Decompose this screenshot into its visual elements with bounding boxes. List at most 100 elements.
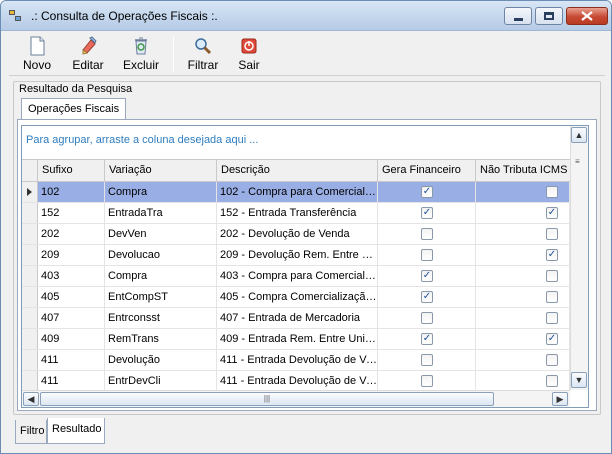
cell-variacao[interactable]: EntCompST [105,287,217,307]
scroll-right-button[interactable]: ▶ [552,392,568,406]
header-gera-financeiro[interactable]: Gera Financeiro [378,160,476,181]
cell-descricao[interactable]: 403 - Compra para Comercialização [217,266,378,286]
header-sufixo[interactable]: Sufixo [38,160,105,181]
row-selector[interactable] [22,203,38,223]
grid-header: Sufixo Variação Descrição Gera Financeir… [22,159,570,182]
table-row[interactable]: 152 EntradaTra 152 - Entrada Transferência… [22,203,570,224]
nao-tributa-icms-checkbox[interactable] [546,291,558,303]
nao-tributa-icms-checkbox[interactable]: ✓ [546,249,558,261]
tab-resultado[interactable]: Resultado [47,418,105,444]
cell-sufixo[interactable]: 411 [38,350,105,370]
title-bar[interactable]: .: Consulta de Operações Fiscais :. [1,1,611,31]
gera-financeiro-checkbox[interactable]: ✓ [421,186,433,198]
cell-descricao[interactable]: 405 - Compra Comercialização ST [217,287,378,307]
scroll-grip-icon: ||| [263,394,271,403]
table-row[interactable]: 407 Entrconsst 407 - Entrada de Mercadoria [22,308,570,329]
header-variacao[interactable]: Variação [105,160,217,181]
nao-tributa-icms-checkbox[interactable] [546,375,558,387]
gera-financeiro-checkbox[interactable]: ✓ [421,207,433,219]
table-row[interactable]: 411 EntrDevCli 411 - Entrada Devolução de … [22,371,570,392]
chevron-down-icon: ▼ [574,375,584,385]
minimize-button[interactable] [504,7,532,25]
cell-variacao[interactable]: Compra [105,182,217,202]
table-row[interactable]: 411 Devolução 411 - Entrada Devolução de V… [22,350,570,371]
table-row[interactable]: 209 Devolucao 209 - Devolução Rem. Entre U… [22,245,570,266]
tab-operacoes-fiscais[interactable]: Operações Fiscais [21,98,127,120]
cell-variacao[interactable]: Devolucao [105,245,217,265]
sair-button[interactable]: Sair [231,32,267,76]
nao-tributa-icms-checkbox[interactable] [546,354,558,366]
table-row[interactable]: 405 EntCompST 405 - Compra Comercialização… [22,287,570,308]
cell-descricao[interactable]: 209 - Devolução Rem. Entre Unidades [217,245,378,265]
cell-variacao[interactable]: EntradaTra [105,203,217,223]
gera-financeiro-checkbox[interactable]: ✓ [421,333,433,345]
scroll-thumb-grip-icon[interactable]: ≡ [575,158,583,168]
cell-sufixo[interactable]: 411 [38,371,105,391]
gera-financeiro-checkbox[interactable]: ✓ [421,291,433,303]
cell-sufixo[interactable]: 407 [38,308,105,328]
cell-descricao[interactable]: 407 - Entrada de Mercadoria [217,308,378,328]
cell-variacao[interactable]: RemTrans [105,329,217,349]
cell-sufixo[interactable]: 209 [38,245,105,265]
row-selector[interactable] [22,266,38,286]
cell-variacao[interactable]: DevVen [105,224,217,244]
table-row[interactable]: 202 DevVen 202 - Devolução de Venda [22,224,570,245]
cell-sufixo[interactable]: 202 [38,224,105,244]
cell-descricao[interactable]: 409 - Entrada Rem. Entre Unidades [217,329,378,349]
nao-tributa-icms-checkbox[interactable] [546,228,558,240]
cell-descricao[interactable]: 102 - Compra para Comercialização [217,182,378,202]
cell-variacao[interactable]: Compra [105,266,217,286]
header-descricao[interactable]: Descrição [217,160,378,181]
nao-tributa-icms-checkbox[interactable]: ✓ [546,207,558,219]
header-nao-tributa-icms[interactable]: Não Tributa ICMS [476,160,570,181]
table-row[interactable]: 102Compra102 - Compra para Comercializaç… [22,182,570,203]
cell-variacao[interactable]: EntrDevCli [105,371,217,391]
row-selector[interactable] [22,308,38,328]
cell-sufixo[interactable]: 409 [38,329,105,349]
excluir-button[interactable]: Excluir [117,32,165,76]
maximize-button[interactable] [535,7,563,25]
filtrar-button[interactable]: Filtrar [181,32,225,76]
row-selector[interactable] [22,287,38,307]
cell-variacao[interactable]: Entrconsst [105,308,217,328]
row-selector[interactable] [22,329,38,349]
close-button[interactable] [566,7,608,25]
cell-sufixo[interactable]: 405 [38,287,105,307]
table-row[interactable]: 403Compra403 - Compra para Comercializaç… [22,266,570,287]
cell-descricao[interactable]: 152 - Entrada Transferência [217,203,378,223]
horizontal-scrollbar[interactable]: ◀ ||| ▶ [22,390,570,407]
row-selector[interactable] [22,245,38,265]
gera-financeiro-checkbox[interactable]: ✓ [421,270,433,282]
vertical-scrollbar[interactable]: ▲ ≡ ▼ [570,126,588,390]
row-selector[interactable] [22,371,38,391]
gera-financeiro-checkbox[interactable] [421,249,433,261]
nao-tributa-icms-checkbox[interactable] [546,270,558,282]
tab-filtro[interactable]: Filtro [15,420,47,444]
gera-financeiro-checkbox[interactable] [421,312,433,324]
row-selector[interactable] [22,224,38,244]
nao-tributa-icms-checkbox[interactable]: ✓ [546,333,558,345]
group-panel-hint[interactable]: Para agrupar, arraste a coluna desejada … [26,134,258,146]
row-selector[interactable] [22,182,38,202]
scroll-up-button[interactable]: ▲ [571,127,587,143]
operations-grid: Para agrupar, arraste a coluna desejada … [21,125,589,408]
gera-financeiro-checkbox[interactable] [421,228,433,240]
editar-button[interactable]: Editar [65,32,111,76]
cell-descricao[interactable]: 411 - Entrada Devolução de Venda [217,350,378,370]
table-row[interactable]: 409 RemTrans 409 - Entrada Rem. Entre Unid… [22,329,570,350]
nao-tributa-icms-checkbox[interactable] [546,186,558,198]
scroll-down-button[interactable]: ▼ [571,372,587,388]
cell-descricao[interactable]: 411 - Entrada Devolução de Venda [217,371,378,391]
nao-tributa-icms-checkbox[interactable] [546,312,558,324]
gera-financeiro-checkbox[interactable] [421,354,433,366]
scroll-left-button[interactable]: ◀ [23,392,39,406]
gera-financeiro-checkbox[interactable] [421,375,433,387]
cell-variacao[interactable]: Devolução [105,350,217,370]
novo-button[interactable]: Novo [15,32,59,76]
row-selector[interactable] [22,350,38,370]
horizontal-scroll-thumb[interactable]: ||| [40,392,494,406]
cell-sufixo[interactable]: 403 [38,266,105,286]
cell-sufixo[interactable]: 152 [38,203,105,223]
cell-sufixo[interactable]: 102 [38,182,105,202]
cell-descricao[interactable]: 202 - Devolução de Venda [217,224,378,244]
